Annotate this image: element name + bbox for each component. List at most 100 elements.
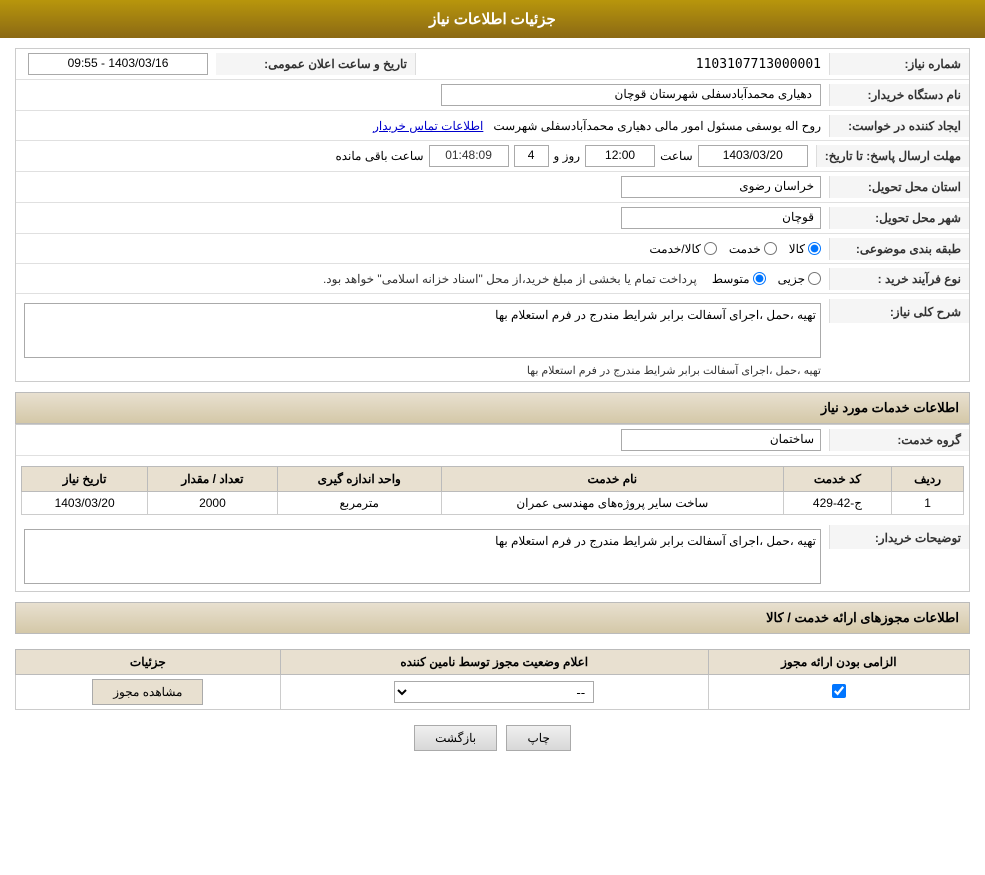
province-value: خراسان رضوی <box>16 172 829 202</box>
page-wrapper: جزئیات اطلاعات نیاز شماره نیاز: 11031077… <box>0 0 985 875</box>
process-row: نوع فرآیند خرید : جزیی متوسط <box>16 264 969 294</box>
view-permission-button[interactable]: مشاهده مجوز <box>92 679 203 705</box>
city-value: قوچان <box>16 203 829 233</box>
need-number-value: 1103107713000001 <box>416 53 829 76</box>
buyer-org-input: دهیاری محمدآبادسفلی شهرستان قوچان <box>441 84 821 106</box>
send-days-label: روز و <box>554 149 581 163</box>
category-goods-service-label: کالا/خدمت <box>649 242 700 256</box>
send-time-label: ساعت <box>660 149 693 163</box>
table-row: 1 ج-42-429 ساخت سایر پروژه‌های مهندسی عم… <box>22 492 964 515</box>
page-title: جزئیات اطلاعات نیاز <box>429 11 556 28</box>
category-goods-radio[interactable] <box>808 242 821 255</box>
process-label: نوع فرآیند خرید : <box>829 268 969 290</box>
process-medium-label: متوسط <box>712 272 750 286</box>
permissions-table: الزامی بودن ارائه مجوز اعلام وضعیت مجوز … <box>15 649 970 710</box>
process-notice: پرداخت تمام یا بخشی از مبلغ خرید،از محل … <box>323 272 697 286</box>
cell-row-num: 1 <box>892 492 964 515</box>
col-supplier-status: اعلام وضعیت مجوز توسط نامین کننده <box>280 650 708 675</box>
announce-label: تاریخ و ساعت اعلان عمومی: <box>216 53 416 75</box>
cell-need-date: 1403/03/20 <box>22 492 148 515</box>
need-number-row: شماره نیاز: 1103107713000001 تاریخ و ساع… <box>16 49 969 80</box>
send-date-row: مهلت ارسال پاسخ: تا تاریخ: 1403/03/20 سا… <box>16 141 969 172</box>
province-label: استان محل تحویل: <box>829 176 969 198</box>
cell-service-code: ج-42-429 <box>783 492 891 515</box>
category-goods-item: کالا <box>789 242 821 256</box>
province-row: استان محل تحویل: خراسان رضوی <box>16 172 969 203</box>
service-group-row: گروه خدمت: ساختمان <box>16 425 969 456</box>
process-radio-group: جزیی متوسط <box>712 272 821 286</box>
cell-required <box>708 675 969 710</box>
buyer-notes-textarea[interactable] <box>24 529 821 584</box>
buyer-org-label: نام دستگاه خریدار: <box>829 84 969 106</box>
process-medium-radio[interactable] <box>753 272 766 285</box>
cell-quantity: 2000 <box>148 492 277 515</box>
permissions-table-wrap: الزامی بودن ارائه مجوز اعلام وضعیت مجوز … <box>15 649 970 710</box>
announce-value: 1403/03/16 - 09:55 <box>16 49 216 79</box>
col-required: الزامی بودن ارائه مجوز <box>708 650 969 675</box>
category-service-radio[interactable] <box>764 242 777 255</box>
category-goods-label: کالا <box>789 242 805 256</box>
supplier-status-select[interactable]: -- <box>394 681 594 703</box>
col-service-name: نام خدمت <box>441 467 783 492</box>
category-service-item: خدمت <box>729 242 777 256</box>
services-table: ردیف کد خدمت نام خدمت واحد اندازه گیری ت… <box>21 466 964 515</box>
col-details: جزئیات <box>16 650 281 675</box>
creator-text: روح اله یوسفی مسئول امور مالی دهیاری محم… <box>493 119 821 133</box>
buyer-notes-row: توضیحات خریدار: <box>16 520 969 591</box>
permissions-title: اطلاعات مجوزهای ارائه خدمت / کالا <box>766 610 959 625</box>
need-description-row: شرح کلی نیاز: <span data-bind="fields.ne… <box>16 294 969 381</box>
buyer-org-row: نام دستگاه خریدار: دهیاری محمدآبادسفلی ش… <box>16 80 969 111</box>
city-input: قوچان <box>621 207 821 229</box>
back-button[interactable]: بازگشت <box>414 725 497 751</box>
col-unit: واحد اندازه گیری <box>277 467 441 492</box>
cell-service-name: ساخت سایر پروژه‌های مهندسی عمران <box>441 492 783 515</box>
city-label: شهر محل تحویل: <box>829 207 969 229</box>
buyer-notes-value <box>16 525 829 591</box>
process-inline: جزیی متوسط پرداخت تمام یا بخشی از مبلغ خ… <box>24 272 821 286</box>
services-section-header: اطلاعات خدمات مورد نیاز <box>15 392 970 424</box>
need-description-text: تهیه ،حمل ،اجرای آسفالت برابر شرایط مندر… <box>24 361 821 377</box>
send-time-input: 12:00 <box>585 145 655 167</box>
col-row-num: ردیف <box>892 467 964 492</box>
need-description-label: شرح کلی نیاز: <box>829 299 969 323</box>
send-date-input: 1403/03/20 <box>698 145 808 167</box>
category-goods-service-radio[interactable] <box>704 242 717 255</box>
required-checkbox[interactable] <box>832 684 846 698</box>
buyer-org-value: دهیاری محمدآبادسفلی شهرستان قوچان <box>16 80 829 110</box>
creator-value: روح اله یوسفی مسئول امور مالی دهیاری محم… <box>16 115 829 137</box>
col-need-date: تاریخ نیاز <box>22 467 148 492</box>
footer-buttons: چاپ بازگشت <box>15 710 970 766</box>
send-date-value: 1403/03/20 ساعت 12:00 روز و 4 01:48:09 <box>16 141 816 171</box>
permissions-section-header: اطلاعات مجوزهای ارائه خدمت / کالا <box>15 602 970 634</box>
col-quantity: تعداد / مقدار <box>148 467 277 492</box>
province-input: خراسان رضوی <box>621 176 821 198</box>
process-value: جزیی متوسط پرداخت تمام یا بخشی از مبلغ خ… <box>16 268 829 290</box>
category-service-label: خدمت <box>729 242 761 256</box>
category-goods-service-item: کالا/خدمت <box>649 242 716 256</box>
cell-details: مشاهده مجوز <box>16 675 281 710</box>
creator-label: ایجاد کننده در خواست: <box>829 115 969 137</box>
creator-row: ایجاد کننده در خواست: روح اله یوسفی مسئو… <box>16 111 969 141</box>
print-button[interactable]: چاپ <box>506 725 570 751</box>
category-label: طبقه بندی موضوعی: <box>829 238 969 260</box>
service-group-input: ساختمان <box>621 429 821 451</box>
cell-supplier-status: -- <box>280 675 708 710</box>
cell-unit: مترمربع <box>277 492 441 515</box>
send-days-input: 4 <box>514 145 549 167</box>
table-row: -- مشاهده مجوز <box>16 675 970 710</box>
need-number-text: 1103107713000001 <box>696 57 821 72</box>
main-info-section: شماره نیاز: 1103107713000001 تاریخ و ساع… <box>15 48 970 382</box>
col-service-code: کد خدمت <box>783 467 891 492</box>
need-number-label: شماره نیاز: <box>829 53 969 75</box>
contact-link[interactable]: اطلاعات تماس خریدار <box>373 119 483 133</box>
page-header: جزئیات اطلاعات نیاز <box>0 0 985 38</box>
services-section: گروه خدمت: ساختمان ردیف کد خدمت نام خدمت <box>15 424 970 592</box>
need-description-textarea[interactable]: <span data-bind="fields.need_description… <box>24 303 821 358</box>
process-partial-radio[interactable] <box>808 272 821 285</box>
send-remaining-input: 01:48:09 <box>429 145 509 167</box>
services-table-header-row: ردیف کد خدمت نام خدمت واحد اندازه گیری ت… <box>22 467 964 492</box>
category-radio-group: کالا خدمت کالا/خدمت <box>24 242 821 256</box>
category-row: طبقه بندی موضوعی: کالا خدمت <box>16 234 969 264</box>
send-date-inline: 1403/03/20 ساعت 12:00 روز و 4 01:48:09 <box>24 145 808 167</box>
service-group-label: گروه خدمت: <box>829 429 969 451</box>
